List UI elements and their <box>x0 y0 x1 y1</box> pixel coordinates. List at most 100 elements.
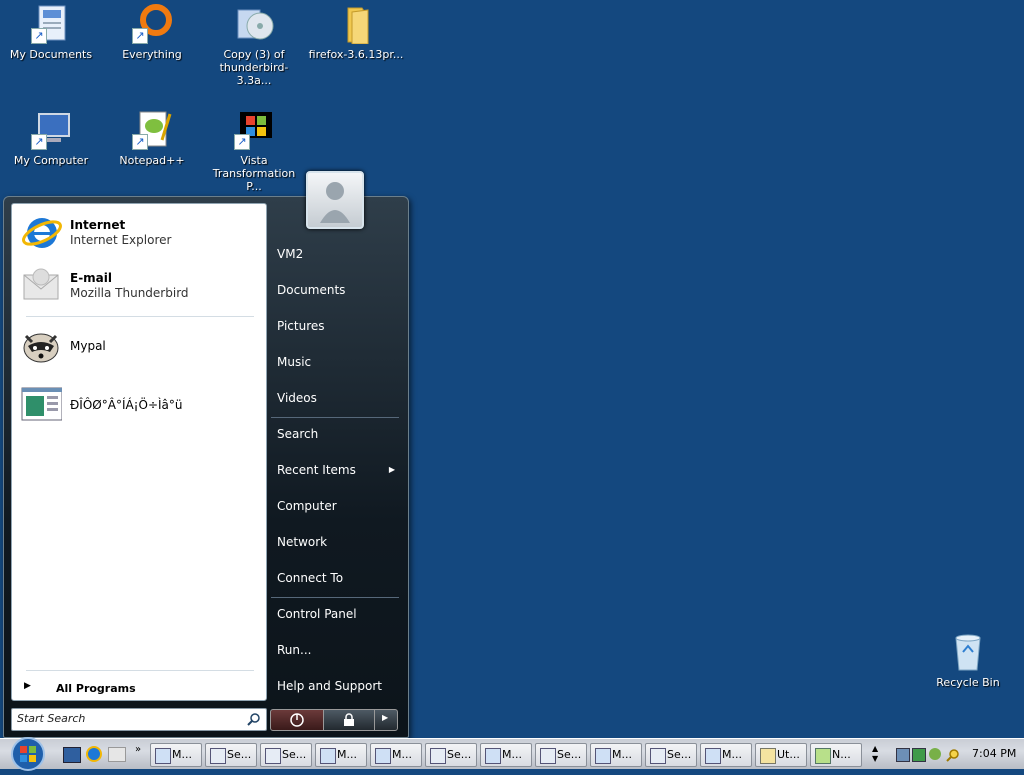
right-item-network[interactable]: Network <box>277 531 397 553</box>
taskbar: » M... Se... Se... M... M... Se... M... … <box>0 735 1024 771</box>
desktop-icon-thunderbird-copy[interactable]: Copy (3) of thunderbird-3.3a... <box>206 4 302 87</box>
power-button[interactable] <box>270 709 324 731</box>
notepad-icon <box>595 748 611 764</box>
right-item-label: Videos <box>277 391 317 405</box>
user-avatar[interactable] <box>306 171 364 229</box>
right-item-label: Run... <box>277 643 312 657</box>
recent-item-label: Mypal <box>70 339 106 353</box>
user-icon <box>320 182 350 223</box>
desktop-icon-label: Everything <box>122 48 182 61</box>
recent-garbled-program[interactable]: ÐÎÔØ°Â°ÍÁ¡Ö÷Ìâ°ü <box>18 380 258 426</box>
clock[interactable]: 7:04 PM <box>972 739 1016 769</box>
right-item-label: Help and Support <box>277 679 382 693</box>
power-controls: ▶ <box>270 709 398 731</box>
taskbar-button[interactable]: M... <box>150 743 202 767</box>
window-icon <box>210 748 226 764</box>
right-item-vm2[interactable]: VM2 <box>277 243 397 265</box>
shortcut-arrow-icon: ↗ <box>132 134 148 150</box>
everything-icon: ↗ <box>132 4 172 44</box>
desktop-icon-label: Vista Transformation P... <box>212 154 296 193</box>
menu-separator <box>271 417 399 418</box>
menu-separator <box>26 316 254 317</box>
desktop-icon-label: firefox-3.6.13pr... <box>308 48 404 61</box>
start-menu: Internet Internet Explorer E-mail Mozill… <box>3 196 409 738</box>
desktop-icon-label: Copy (3) of thunderbird-3.3a... <box>219 48 289 87</box>
notepad-icon <box>375 748 391 764</box>
taskbar-button[interactable]: Se... <box>535 743 587 767</box>
taskbar-button[interactable]: M... <box>370 743 422 767</box>
vista-transformation-icon: ↗ <box>234 110 274 150</box>
right-item-music[interactable]: Music <box>277 351 397 373</box>
right-item-control-panel[interactable]: Control Panel <box>277 603 397 625</box>
lock-button[interactable] <box>323 709 375 731</box>
notepad-icon <box>485 748 501 764</box>
taskbar-button[interactable]: M... <box>480 743 532 767</box>
windows-logo-icon <box>11 737 45 771</box>
menu-separator <box>26 670 254 671</box>
right-item-connect-to[interactable]: Connect To <box>277 567 397 589</box>
all-programs-label: All Programs <box>56 682 136 695</box>
taskbar-button-label: M... <box>612 748 632 761</box>
desktop-icon-firefox-folder[interactable]: firefox-3.6.13pr... <box>308 4 404 61</box>
pinned-email-thunderbird[interactable]: E-mail Mozilla Thunderbird <box>18 261 258 307</box>
arrow-right-icon: ▶ <box>24 681 31 691</box>
tray-display-icon[interactable] <box>912 748 926 762</box>
quicklaunch-email-icon[interactable] <box>108 747 126 762</box>
quicklaunch-overflow-icon[interactable]: » <box>135 744 141 755</box>
arrow-right-icon: ▶ <box>382 713 389 722</box>
right-item-help-support[interactable]: Help and Support <box>277 675 397 697</box>
taskbar-button[interactable]: Se... <box>260 743 312 767</box>
taskbar-button[interactable]: Se... <box>425 743 477 767</box>
recent-mypal[interactable]: Mypal <box>18 322 258 368</box>
taskbar-button[interactable]: Ut... <box>755 743 807 767</box>
taskbar-button[interactable]: M... <box>700 743 752 767</box>
taskbar-button[interactable]: M... <box>315 743 367 767</box>
shutdown-options-button[interactable]: ▶ <box>374 709 398 731</box>
tray-search-icon[interactable] <box>946 747 960 762</box>
all-programs-button[interactable]: ▶ All Programs <box>22 680 258 698</box>
desktop-icon-my-documents[interactable]: ↗ My Documents <box>3 4 99 61</box>
taskbar-button[interactable]: Se... <box>205 743 257 767</box>
taskbar-button[interactable]: M... <box>590 743 642 767</box>
right-item-label: Recent Items <box>277 463 356 477</box>
right-item-run[interactable]: Run... <box>277 639 397 661</box>
my-documents-icon: ↗ <box>31 4 71 44</box>
start-menu-programs-pane: Internet Internet Explorer E-mail Mozill… <box>11 203 267 701</box>
right-item-label: Music <box>277 355 312 369</box>
window-icon <box>265 748 281 764</box>
search-icon[interactable] <box>247 711 261 730</box>
right-item-label: Computer <box>277 499 337 513</box>
notepad-icon <box>320 748 336 764</box>
desktop-icon-label: My Computer <box>13 154 89 167</box>
right-item-pictures[interactable]: Pictures <box>277 315 397 337</box>
right-item-label: Connect To <box>277 571 344 585</box>
right-item-videos[interactable]: Videos <box>277 387 397 409</box>
desktop-icon-notepadpp[interactable]: ↗ Notepad++ <box>104 110 200 167</box>
start-search-input[interactable]: Start Search <box>11 708 267 731</box>
quicklaunch-show-desktop-icon[interactable] <box>63 747 81 763</box>
right-item-search[interactable]: Search <box>277 423 397 445</box>
start-orb-button[interactable] <box>6 735 50 771</box>
tray-safely-remove-icon[interactable] <box>929 748 941 760</box>
taskbar-scroll-buttons[interactable]: ▲ ▼ <box>872 744 878 764</box>
desktop-icon-vista-transformation[interactable]: ↗ Vista Transformation P... <box>206 110 302 193</box>
taskbar-button-label: Se... <box>557 748 582 761</box>
right-item-recent-items[interactable]: Recent Items ▶ <box>277 459 397 481</box>
right-item-computer[interactable]: Computer <box>277 495 397 517</box>
right-item-documents[interactable]: Documents <box>277 279 397 301</box>
shortcut-arrow-icon: ↗ <box>132 28 148 44</box>
taskbar-button-label: Se... <box>447 748 472 761</box>
tray-network-icon[interactable] <box>896 748 910 762</box>
desktop-icon-everything[interactable]: ↗ Everything <box>104 4 200 61</box>
search-placeholder: Start Search <box>17 712 86 725</box>
desktop-icon-label: Recycle Bin <box>936 676 1000 689</box>
desktop-icon-recycle-bin[interactable]: Recycle Bin <box>920 632 1016 689</box>
recycle-bin-icon <box>948 632 988 672</box>
quicklaunch-internet-explorer-icon[interactable] <box>86 746 102 762</box>
pinned-internet-explorer[interactable]: Internet Internet Explorer <box>18 208 258 254</box>
right-item-label: Search <box>277 427 319 441</box>
taskbar-button[interactable]: Se... <box>645 743 697 767</box>
desktop-icon-my-computer[interactable]: ↗ My Computer <box>3 110 99 167</box>
email-envelope-icon <box>20 265 62 305</box>
taskbar-button[interactable]: N... <box>810 743 862 767</box>
